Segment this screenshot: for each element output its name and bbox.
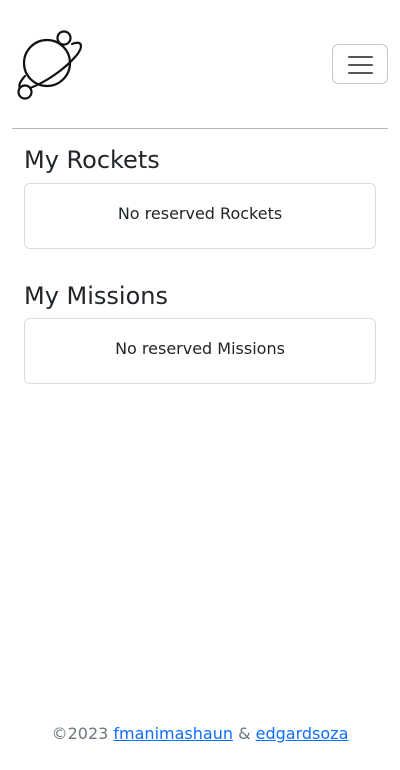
- author-link-edgardsoza[interactable]: edgardsoza: [256, 724, 349, 743]
- home-logo-link[interactable]: [12, 28, 84, 100]
- footer: ©2023 fmanimashaun & edgardsoza: [0, 724, 400, 743]
- profile-page: My Rockets No reserved Rockets My Missio…: [0, 0, 400, 770]
- hamburger-menu-button[interactable]: [332, 44, 388, 84]
- missions-empty-card: No reserved Missions: [24, 318, 376, 384]
- navbar: [12, 0, 388, 129]
- planet-logo-icon: [17, 30, 82, 100]
- hamburger-menu-icon-bar: [348, 72, 373, 74]
- hamburger-menu-icon: [348, 56, 373, 58]
- copyright-text: ©2023: [51, 724, 109, 743]
- rockets-empty-card: No reserved Rockets: [24, 183, 376, 249]
- my-rockets-heading: My Rockets: [24, 146, 160, 174]
- author-link-fmanimashaun[interactable]: fmanimashaun: [113, 724, 233, 743]
- rockets-empty-message: No reserved Rockets: [117, 203, 283, 223]
- author-separator: &: [238, 724, 251, 743]
- missions-empty-message: No reserved Missions: [115, 338, 285, 358]
- my-missions-heading: My Missions: [24, 282, 168, 310]
- hamburger-menu-icon-bar: [348, 64, 373, 66]
